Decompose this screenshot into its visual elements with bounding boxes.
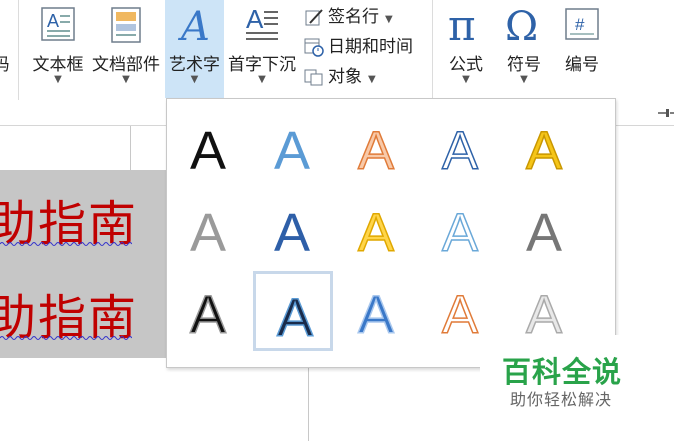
wordart-button[interactable]: A 艺术字 ▼ bbox=[165, 0, 224, 98]
svg-text:A: A bbox=[47, 11, 59, 31]
omega-icon: Ω bbox=[505, 4, 538, 46]
quickparts-label: 文档部件 bbox=[92, 55, 160, 75]
spellcheck-underline bbox=[0, 242, 132, 246]
wordart-style-option[interactable]: A bbox=[505, 107, 585, 187]
dropcap-icon: A bbox=[246, 4, 278, 40]
svg-text:A: A bbox=[358, 121, 394, 181]
wordart-style-option[interactable]: A bbox=[421, 107, 501, 187]
chevron-down-icon: ▼ bbox=[462, 74, 470, 85]
svg-text:A: A bbox=[442, 121, 478, 181]
object-button[interactable]: 对象 ▼ bbox=[304, 62, 376, 88]
spellcheck-underline bbox=[0, 336, 132, 340]
wordart-sample-glyph: A bbox=[441, 120, 479, 182]
page-margin-marker bbox=[130, 126, 131, 170]
chevron-down-icon: ▼ bbox=[385, 14, 393, 25]
wordart-sample-glyph: A bbox=[441, 202, 479, 264]
signature-line-button[interactable]: 签名行 ▼ bbox=[304, 2, 393, 28]
quickparts-button[interactable]: 文档部件 ▼ bbox=[90, 0, 162, 98]
watermark-subtitle: 助你轻松解决 bbox=[510, 390, 613, 409]
wordart-sample-glyph: A bbox=[526, 203, 562, 263]
svg-text:A: A bbox=[190, 121, 226, 181]
signature-line-label: 签名行 bbox=[328, 7, 379, 27]
chevron-down-icon: ▼ bbox=[368, 74, 376, 85]
wordart-icon: A bbox=[177, 4, 210, 46]
textbox-icon: A bbox=[41, 7, 75, 41]
object-icon bbox=[304, 69, 323, 86]
wordart-style-option[interactable]: A bbox=[169, 107, 249, 187]
symbol-button[interactable]: Ω 符号 ▼ bbox=[498, 0, 550, 98]
wordart-style-option[interactable]: A bbox=[337, 107, 417, 187]
pin-icon[interactable] bbox=[656, 106, 674, 120]
svg-text:A: A bbox=[526, 203, 562, 263]
equation-label: 公式 bbox=[449, 55, 483, 75]
chevron-down-icon: ▼ bbox=[190, 74, 199, 85]
svg-text:Ω: Ω bbox=[505, 4, 538, 46]
wordart-sample-glyph: A bbox=[190, 203, 226, 263]
wordart-sample-glyph: A bbox=[357, 284, 395, 346]
wordart-style-option[interactable]: A bbox=[169, 271, 249, 351]
svg-text:A: A bbox=[358, 285, 394, 345]
partial-button-label: 码 bbox=[0, 55, 10, 75]
svg-text:A: A bbox=[277, 288, 313, 348]
wordart-sample-glyph: A bbox=[274, 203, 310, 263]
datetime-label: 日期和时间 bbox=[328, 37, 413, 57]
number-button[interactable]: # 编号 bbox=[556, 0, 608, 98]
dropcap-label: 首字下沉 bbox=[228, 55, 296, 75]
watermark-logo: 百科全说 助你轻松解决 bbox=[480, 335, 650, 415]
textbox-label: 文本框 bbox=[32, 55, 84, 75]
wordart-style-option[interactable]: A bbox=[253, 271, 333, 351]
svg-text:A: A bbox=[177, 4, 210, 46]
pi-icon: π bbox=[448, 4, 476, 46]
wordart-label: 艺术字 bbox=[169, 55, 220, 75]
svg-text:A: A bbox=[442, 203, 478, 263]
wordart-sample-glyph: A bbox=[190, 121, 226, 181]
wordart-sample-glyph: A bbox=[276, 287, 314, 349]
wordart-sample-glyph: A bbox=[357, 202, 395, 264]
ribbon-separator bbox=[18, 0, 19, 100]
svg-text:A: A bbox=[246, 4, 264, 34]
calendar-clock-icon bbox=[304, 38, 324, 57]
wordart-sample-glyph: A bbox=[274, 121, 310, 181]
ribbon-separator bbox=[432, 0, 433, 100]
wordart-style-option[interactable]: A bbox=[505, 189, 585, 269]
wordart-sample-glyph: A bbox=[357, 120, 395, 182]
svg-text:π: π bbox=[448, 4, 476, 46]
svg-text:A: A bbox=[190, 285, 226, 345]
svg-text:A: A bbox=[442, 285, 478, 345]
equation-button[interactable]: π 公式 ▼ bbox=[440, 0, 492, 98]
chevron-down-icon: ▼ bbox=[520, 74, 528, 85]
svg-text:#: # bbox=[575, 15, 585, 34]
chevron-down-icon: ▼ bbox=[54, 74, 62, 85]
dropcap-button[interactable]: A 首字下沉 ▼ bbox=[226, 0, 298, 98]
wordart-style-option[interactable]: A bbox=[421, 189, 501, 269]
signature-pen-icon bbox=[305, 9, 323, 26]
textbox-button[interactable]: A 文本框 ▼ bbox=[28, 0, 88, 98]
object-label: 对象 bbox=[328, 67, 362, 87]
chevron-down-icon: ▼ bbox=[122, 74, 130, 85]
svg-text:A: A bbox=[190, 203, 226, 263]
quickparts-icon bbox=[111, 7, 141, 43]
watermark-title: 百科全说 bbox=[502, 355, 623, 389]
svg-text:A: A bbox=[526, 121, 562, 181]
wordart-sample-glyph: A bbox=[525, 120, 563, 182]
wordart-gallery: AAAAAAAAAAAAAAA bbox=[166, 98, 616, 368]
partial-ribbon-button[interactable]: 码 bbox=[0, 0, 12, 98]
chevron-down-icon: ▼ bbox=[258, 74, 266, 85]
wordart-style-option[interactable]: A bbox=[169, 189, 249, 269]
datetime-button[interactable]: 日期和时间 bbox=[304, 32, 413, 58]
wordart-sample-glyph: A bbox=[189, 284, 227, 346]
svg-text:A: A bbox=[274, 203, 310, 263]
number-label: 编号 bbox=[565, 55, 599, 75]
symbol-label: 符号 bbox=[507, 55, 541, 75]
number-icon: # bbox=[565, 8, 599, 40]
wordart-style-option[interactable]: A bbox=[337, 189, 417, 269]
wordart-style-option[interactable]: A bbox=[253, 189, 333, 269]
svg-text:A: A bbox=[274, 121, 310, 181]
wordart-style-option[interactable]: A bbox=[253, 107, 333, 187]
wordart-style-option[interactable]: A bbox=[337, 271, 417, 351]
svg-text:A: A bbox=[358, 203, 394, 263]
